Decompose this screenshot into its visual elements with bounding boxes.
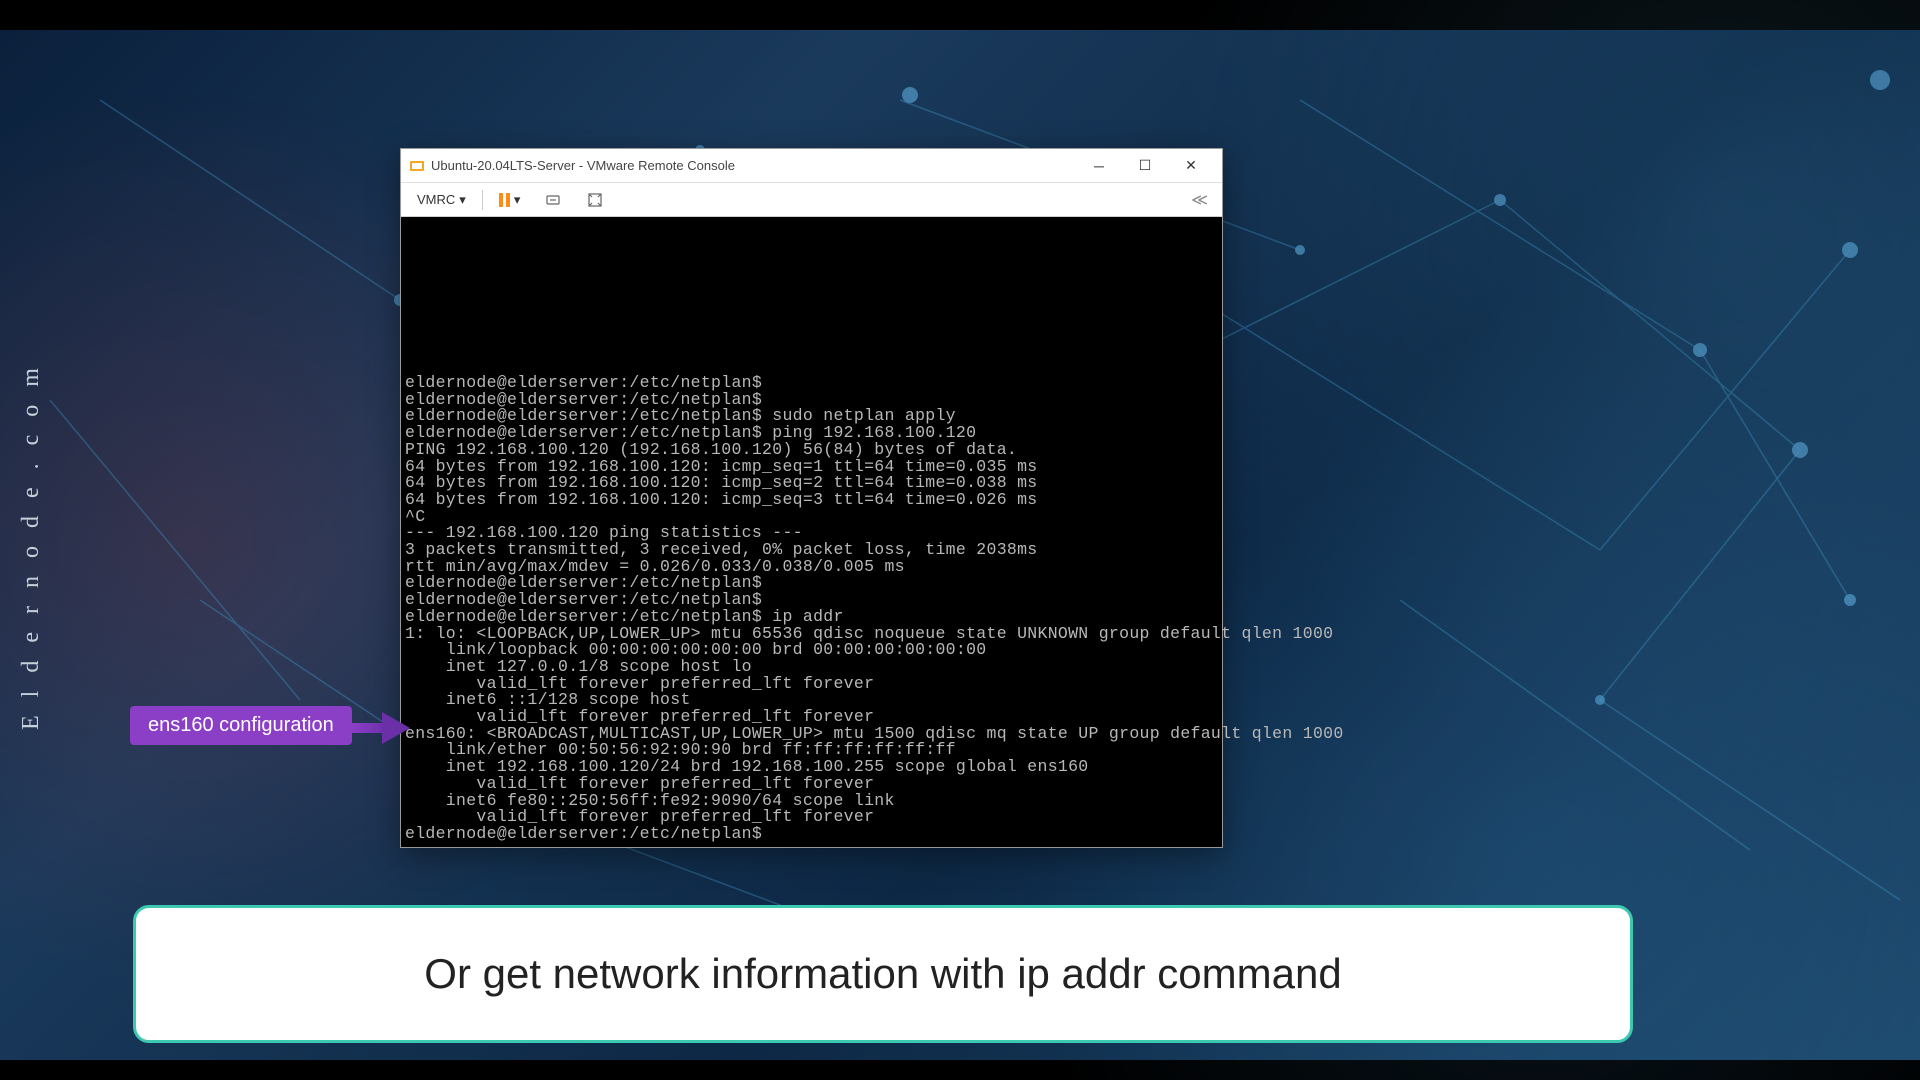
send-ctrl-alt-del-button[interactable] <box>536 187 570 213</box>
collapse-toolbar-button[interactable]: ≪ <box>1191 190 1214 210</box>
arrow-icon <box>352 716 412 736</box>
pause-icon <box>499 193 510 207</box>
terminal-line: 64 bytes from 192.168.100.120: icmp_seq=… <box>405 490 1038 509</box>
watermark-text: Eldernode.com <box>18 350 45 730</box>
terminal-line: eldernode@elderserver:/etc/netplan$ <box>405 824 762 843</box>
terminal-output[interactable]: eldernode@elderserver:/etc/netplan$ elde… <box>401 217 1222 847</box>
close-button[interactable]: ✕ <box>1168 151 1214 181</box>
chevron-down-icon: ▾ <box>514 192 521 208</box>
minimize-button[interactable]: ─ <box>1076 151 1122 181</box>
annotation-arrow: ens160 configuration <box>130 706 412 745</box>
toolbar-separator <box>482 190 483 210</box>
slide-caption: Or get network information with ip addr … <box>133 905 1633 1043</box>
vmware-console-window: Ubuntu-20.04LTS-Server - VMware Remote C… <box>400 148 1223 848</box>
window-controls: ─ ☐ ✕ <box>1076 151 1214 181</box>
window-title-bar: Ubuntu-20.04LTS-Server - VMware Remote C… <box>401 149 1222 183</box>
pause-button[interactable]: ▾ <box>491 188 529 212</box>
chevron-down-icon: ▾ <box>459 192 466 208</box>
vmrc-label: VMRC <box>417 192 455 207</box>
fullscreen-icon <box>586 191 604 209</box>
app-icon <box>409 158 425 174</box>
vmrc-menu-button[interactable]: VMRC ▾ <box>409 188 474 212</box>
maximize-button[interactable]: ☐ <box>1122 151 1168 181</box>
fullscreen-button[interactable] <box>578 187 612 213</box>
vmware-toolbar: VMRC ▾ ▾ ≪ <box>401 183 1222 217</box>
annotation-label: ens160 configuration <box>130 706 352 745</box>
send-keys-icon <box>544 191 562 209</box>
window-title: Ubuntu-20.04LTS-Server - VMware Remote C… <box>431 158 1076 173</box>
